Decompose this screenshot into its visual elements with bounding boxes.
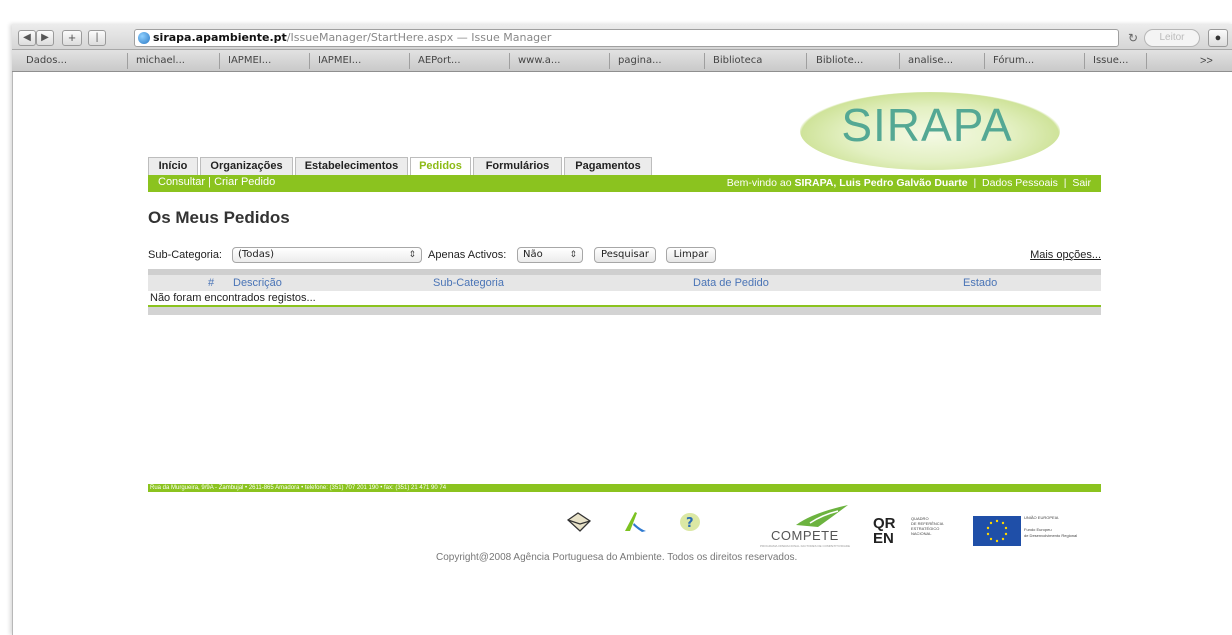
- page-menu-button[interactable]: ●: [1208, 29, 1228, 47]
- table-header: # Descrição Sub-Categoria Data de Pedido…: [148, 275, 1101, 291]
- welcome-message: Bem-vindo ao SIRAPA, Luis Pedro Galvão D…: [727, 177, 1091, 189]
- address-bar[interactable]: sirapa.apambiente.pt/IssueManager/StartH…: [134, 29, 1119, 47]
- svg-text:?: ?: [686, 516, 694, 531]
- tab-pedidos[interactable]: Pedidos: [410, 157, 471, 175]
- sub-navigation-bar: Consultar | Criar Pedido Bem-vindo ao SI…: [148, 175, 1101, 192]
- column-number[interactable]: #: [208, 277, 214, 289]
- bookmark-item[interactable]: www.a...: [512, 53, 610, 69]
- clear-button[interactable]: Limpar: [666, 247, 716, 263]
- back-button[interactable]: ◀: [18, 30, 36, 46]
- select-arrow-icon: ⇕: [569, 250, 577, 260]
- welcome-separator: |: [973, 177, 977, 189]
- qren-logo-icon: QR EN: [873, 515, 896, 544]
- globe-icon: [138, 32, 150, 44]
- bookmark-item[interactable]: Fórum...: [987, 53, 1085, 69]
- help-icon[interactable]: ?: [679, 512, 701, 532]
- subcategory-value: (Todas): [238, 249, 275, 260]
- compete-label: COMPETE: [771, 528, 839, 543]
- address-path: /IssueManager/StartHere.aspx: [286, 31, 454, 44]
- browser-toolbar: ◀ ▶ + | sirapa.apambiente.pt/IssueManage…: [12, 24, 1232, 50]
- sub-link-criar-pedido[interactable]: Criar Pedido: [214, 176, 275, 188]
- title-separator: —: [453, 31, 472, 44]
- requests-table: # Descrição Sub-Categoria Data de Pedido…: [148, 269, 1101, 315]
- subcategory-label: Sub-Categoria:: [148, 249, 222, 261]
- add-bookmark-button[interactable]: +: [62, 30, 82, 46]
- tab-inicio[interactable]: Início: [148, 157, 198, 175]
- tab-estabelecimentos[interactable]: Estabelecimentos: [295, 157, 408, 175]
- bookmarks-bar: Dados... michael... IAPMEI... IAPMEI... AEPo…: [12, 50, 1232, 72]
- active-only-label: Apenas Activos:: [428, 249, 507, 261]
- active-only-value: Não: [523, 249, 543, 260]
- bookmark-item[interactable]: analise...: [902, 53, 985, 69]
- copyright-text: Copyright@2008 Agência Portuguesa do Amb…: [436, 552, 798, 563]
- svg-text:EN: EN: [873, 530, 894, 544]
- bookmark-item[interactable]: Biblioteca: [707, 53, 807, 69]
- active-only-select[interactable]: Não ⇕: [517, 247, 583, 263]
- table-bottom-strip: [148, 307, 1101, 315]
- apa-logo-icon[interactable]: [622, 509, 648, 533]
- eu-flag-icon: [973, 516, 1021, 546]
- bookmark-item[interactable]: IAPMEI...: [222, 53, 310, 69]
- bookmark-item[interactable]: Issue...: [1087, 53, 1147, 69]
- search-button[interactable]: Pesquisar: [594, 247, 656, 263]
- reader-button[interactable]: Leitor: [1144, 29, 1200, 47]
- sub-links: Consultar | Criar Pedido: [158, 176, 275, 188]
- welcome-user: SIRAPA, Luis Pedro Galvão Duarte: [794, 177, 968, 189]
- footer-address-bar: Rua da Murgueira, 9/9A - Zambujal • 2611…: [148, 484, 1101, 492]
- empty-message: Não foram encontrados registos...: [148, 291, 1101, 305]
- more-options-link[interactable]: Mais opções...: [1030, 249, 1101, 261]
- tab-organizacoes[interactable]: Organizações: [200, 157, 293, 175]
- sub-link-consultar[interactable]: Consultar: [158, 176, 205, 188]
- bookmark-item[interactable]: AEPort...: [412, 53, 510, 69]
- column-subcategoria[interactable]: Sub-Categoria: [433, 277, 504, 289]
- page-title: Os Meus Pedidos: [148, 208, 290, 227]
- forward-button[interactable]: ▶: [36, 30, 54, 46]
- sirapa-logo[interactable]: SIRAPA: [822, 98, 1032, 152]
- column-descricao[interactable]: Descrição: [233, 277, 282, 289]
- address-host: sirapa.apambiente.pt: [153, 31, 287, 44]
- page-title-in-address: Issue Manager: [471, 31, 552, 44]
- qren-label: QUADRO DE REFERÊNCIA ESTRATÉGICO NACIONA…: [911, 516, 944, 536]
- sub-link-separator: |: [208, 176, 211, 188]
- filter-bar: Sub-Categoria: (Todas) ⇕ Apenas Activos:…: [148, 247, 1101, 265]
- logout-separator: |: [1063, 177, 1067, 189]
- bookmark-item[interactable]: Dados...: [20, 53, 128, 69]
- column-estado[interactable]: Estado: [963, 277, 997, 289]
- compete-subtitle: PROGRAMA OPERACIONAL FACTORES DE COMPETI…: [760, 544, 851, 548]
- bookmark-item[interactable]: Bibliote...: [810, 53, 900, 69]
- bookmark-item[interactable]: pagina...: [612, 53, 705, 69]
- eu-label: UNIÃO EUROPEIA Fundo Europeu de Desenvol…: [1024, 515, 1078, 538]
- bookmark-item[interactable]: michael...: [130, 53, 220, 69]
- envelope-icon[interactable]: [566, 511, 592, 533]
- tab-formularios[interactable]: Formulários: [473, 157, 562, 175]
- sidebar-toggle-button[interactable]: |: [88, 30, 106, 46]
- subcategory-select[interactable]: (Todas) ⇕: [232, 247, 422, 263]
- bookmarks-overflow-button[interactable]: >>: [1200, 53, 1213, 69]
- select-arrow-icon: ⇕: [408, 250, 416, 260]
- tab-pagamentos[interactable]: Pagamentos: [564, 157, 652, 175]
- column-data-pedido[interactable]: Data de Pedido: [693, 277, 769, 289]
- dados-pessoais-link[interactable]: Dados Pessoais: [982, 177, 1058, 189]
- compete-logo-icon: [796, 505, 848, 527]
- reload-icon[interactable]: ↻: [1124, 29, 1142, 47]
- sair-link[interactable]: Sair: [1072, 177, 1091, 189]
- welcome-prefix: Bem-vindo ao: [726, 177, 792, 189]
- bookmark-item[interactable]: IAPMEI...: [312, 53, 410, 69]
